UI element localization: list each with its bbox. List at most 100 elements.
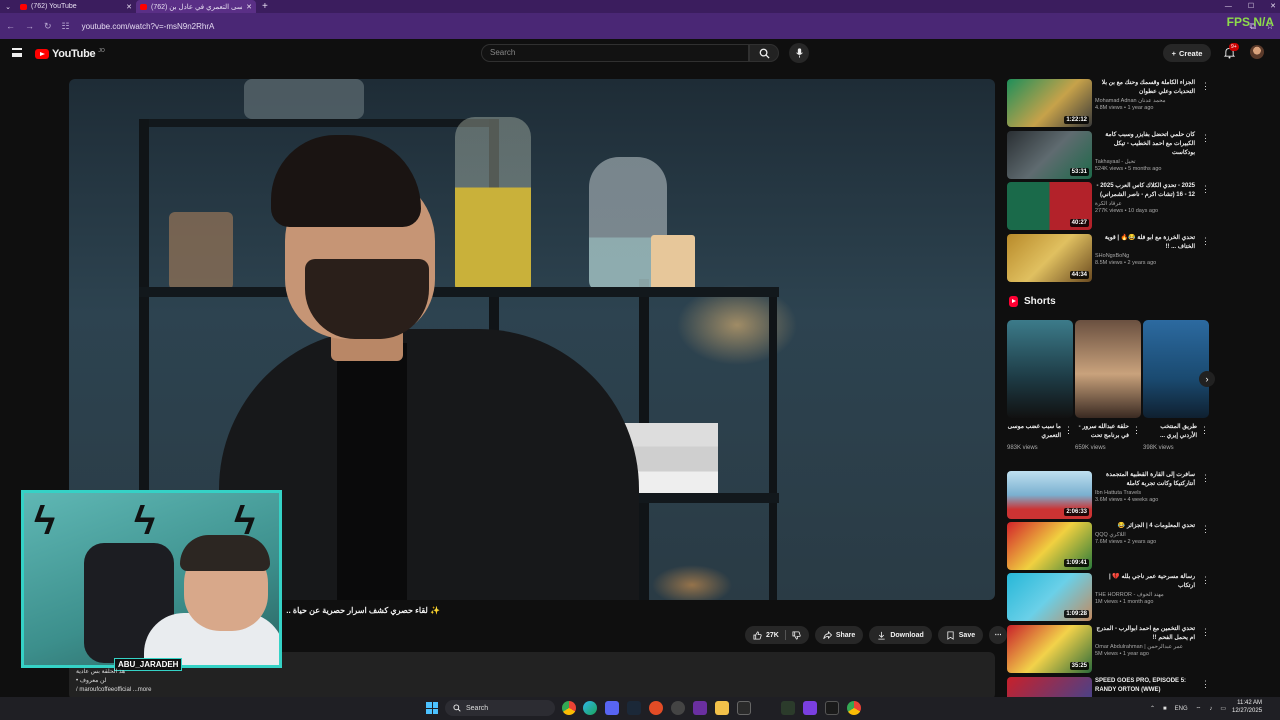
more-options-icon[interactable]: ⋮ [1200,425,1209,436]
app-icon[interactable] [693,701,707,715]
channel-name[interactable]: QQQ اللاكري [1095,532,1195,538]
like-button[interactable]: 27K [745,626,809,644]
video-thumbnail[interactable]: 53:31 [1007,131,1092,179]
short-thumbnail[interactable] [1007,320,1073,418]
language-indicator[interactable]: ENG [1175,706,1188,712]
recommended-video[interactable]: 1:09:28 رسالة مسرحية عمر ناجي بلله 💔 | ا… [1007,573,1210,621]
channel-name[interactable]: SHoNgxBoNg [1095,253,1195,259]
video-title[interactable]: رسالة مسرحية عمر ناجي بلله 💔 | ارتكاب [1095,573,1195,591]
app-tray-icon[interactable]: ■ [1163,706,1167,712]
video-title[interactable]: الجزاء الكاملة وقسمك وحنك مع بن بلا التح… [1095,79,1195,97]
create-button[interactable]: + Create [1163,44,1211,62]
more-options-icon[interactable]: ⋮ [1201,524,1210,535]
video-thumbnail[interactable]: 1:22:12 [1007,79,1092,127]
site-info-icon[interactable]: ☷ [62,21,70,32]
more-options-icon[interactable]: ⋮ [1201,575,1210,586]
app-icon[interactable] [781,701,795,715]
recommended-video[interactable]: 40:27 2025 - تحدي الكلاك كاس العرب 2025 … [1007,182,1210,230]
menu-icon[interactable] [12,48,22,57]
channel-name[interactable]: THE HORROR - مهند الخوف [1095,592,1195,598]
reload-icon[interactable]: ↻ [44,21,52,32]
more-options-icon[interactable]: ⋮ [1201,184,1210,195]
app-icon[interactable] [737,701,751,715]
browser-tab-video[interactable]: (762) موسى التعمري في عادل بن ✕ [136,0,256,13]
discord-icon[interactable] [605,701,619,715]
save-button[interactable]: Save [937,626,984,644]
search-input[interactable]: Search [481,44,749,62]
recommended-video[interactable]: SPEED GOES PRO, EPISODE 5: RANDY ORTON (… [1007,677,1207,697]
video-title[interactable]: تحدي التخمين مع احمد ابوالرب - المدرج ام… [1095,625,1195,643]
video-thumbnail[interactable] [1007,677,1092,697]
more-options-icon[interactable]: ⋮ [1201,81,1210,92]
short-thumbnail[interactable] [1075,320,1141,418]
wifi-icon[interactable]: ⌔ [1196,705,1202,713]
more-options-icon[interactable]: ⋮ [1201,236,1210,247]
video-thumbnail[interactable]: 1:09:28 [1007,573,1092,621]
more-options-icon[interactable]: ⋮ [1201,473,1210,484]
file-explorer-icon[interactable] [715,701,729,715]
video-thumbnail[interactable]: 35:25 [1007,625,1092,673]
video-thumbnail[interactable]: 40:27 [1007,182,1092,230]
more-actions-button[interactable]: ⋯ [989,626,1008,644]
more-options-icon[interactable]: ⋮ [1132,425,1141,436]
channel-name[interactable]: Omar Abdulrahman | عمر عبدالرحمن [1095,644,1195,650]
tab-close-icon[interactable]: ✕ [246,3,252,11]
video-title[interactable]: تحدي المعلومات 4 | الجزائر 😂 [1095,522,1195,531]
video-thumbnail[interactable]: 1:09:41 [1007,522,1092,570]
back-icon[interactable]: ← [6,21,15,31]
recommended-video[interactable]: 1:09:41 تحدي المعلومات 4 | الجزائر 😂 QQQ… [1007,522,1210,570]
steam-icon[interactable] [627,701,641,715]
app-icon[interactable] [671,701,685,715]
share-button[interactable]: Share [814,626,864,644]
short-title[interactable]: حلقة عبدالله سرور - في برنامج تحت [1075,423,1129,441]
video-title[interactable]: 2025 - تحدي الكلاك كاس العرب 2025 - 12 -… [1095,182,1195,200]
tab-list-button[interactable]: ⌄ [0,0,16,13]
video-title[interactable]: SPEED GOES PRO, EPISODE 5: RANDY ORTON (… [1095,677,1195,695]
short-thumbnail[interactable] [1143,320,1209,418]
recommended-video[interactable]: 1:22:12 الجزاء الكاملة وقسمك وحنك مع بن … [1007,79,1210,127]
recommended-video[interactable]: 44:34 تحدي الخرزة مع ابو فلة 😂🔥 | قوية ا… [1007,234,1210,282]
volume-icon[interactable]: ♪ [1209,706,1212,712]
recommended-video[interactable]: 35:25 تحدي التخمين مع احمد ابوالرب - الم… [1007,625,1210,673]
system-clock[interactable]: 11:42 AM 12/27/2025 [1232,699,1262,715]
video-title[interactable]: سافرت إلى القارة القطبية المتجمدة أنتارك… [1095,471,1195,489]
short-title[interactable]: ما سبب غضب موسى التعمري [1007,423,1061,441]
account-avatar[interactable] [1250,45,1264,59]
voice-search-button[interactable] [789,43,809,63]
more-options-icon[interactable]: ⋮ [1201,627,1210,638]
recommended-video[interactable]: 2:06:33 سافرت إلى القارة القطبية المتجمد… [1007,471,1210,519]
channel-name[interactable]: Mohamad Adnan محمد عدنان [1095,98,1195,104]
battery-icon[interactable]: ▭ [1220,705,1226,712]
app-icon[interactable] [649,701,663,715]
chevron-up-icon[interactable]: ⌃ [1150,705,1155,712]
more-options-icon[interactable]: ⋮ [1201,679,1207,690]
youtube-logo[interactable]: YouTube JO [35,48,105,60]
minimize-icon[interactable]: — [1225,0,1232,13]
chrome-icon[interactable] [562,701,576,715]
windows-start-icon[interactable] [426,702,438,714]
edge-icon[interactable] [583,701,597,715]
recommended-video[interactable]: 53:31 كان حلمي اتحضل بفايزر وسبب كامة ال… [1007,131,1210,179]
more-options-icon[interactable]: ⋮ [1064,425,1073,436]
channel-name[interactable]: Ibn Hattuta Travels [1095,490,1195,496]
chrome-icon[interactable] [847,701,861,715]
video-thumbnail[interactable]: 44:34 [1007,234,1092,282]
browser-tab-youtube[interactable]: (762) YouTube ✕ [16,0,136,13]
more-options-icon[interactable]: ⋮ [1201,133,1210,144]
video-thumbnail[interactable]: 2:06:33 [1007,471,1092,519]
thumbs-down-icon[interactable] [792,630,801,640]
channel-name[interactable]: Takhayaal - تخيل [1095,159,1195,165]
close-window-icon[interactable]: ✕ [1270,0,1276,13]
taskbar-search[interactable]: Search [445,700,555,716]
address-bar[interactable]: youtube.com/watch?v=-msN9n2RhrA [82,22,1240,31]
maximize-icon[interactable]: ☐ [1248,0,1254,13]
channel-name[interactable]: عرقاد الكرة [1095,201,1195,207]
short-title[interactable]: طريق المنتخب الأردني إيري ... [1143,423,1197,441]
new-tab-button[interactable]: + [256,1,274,12]
download-button[interactable]: Download [869,626,932,644]
terminal-icon[interactable] [825,701,839,715]
tab-close-icon[interactable]: ✕ [126,3,132,11]
search-button[interactable] [749,44,779,62]
video-title[interactable]: تحدي الخرزة مع ابو فلة 😂🔥 | قوية الختاف … [1095,234,1195,252]
forward-icon[interactable]: → [25,21,34,31]
